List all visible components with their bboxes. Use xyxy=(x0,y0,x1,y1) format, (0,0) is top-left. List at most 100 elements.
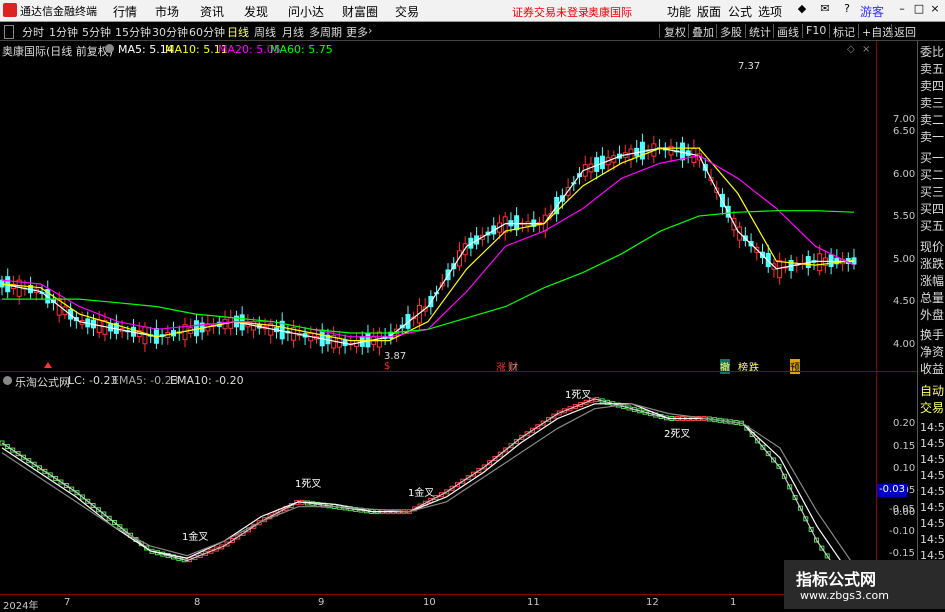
adjust-button[interactable]: 复权 xyxy=(664,24,686,40)
lc-legend: LC: -0.23 xyxy=(68,374,118,387)
tab-volume[interactable]: 总量 xyxy=(920,290,944,307)
menu-options[interactable]: 选项 xyxy=(758,3,782,20)
watermark-title: 指标公式网 xyxy=(796,570,877,589)
tab-price[interactable]: 现价 xyxy=(920,239,944,256)
app-logo-icon xyxy=(3,3,17,17)
price-tick: 6.50 xyxy=(893,126,916,137)
price-chart-panel[interactable]: 奥康国际(日线 前复权) MA5: 5.14 MA10: 5.11 MA20: … xyxy=(0,41,876,371)
tab-ask2[interactable]: 卖二 xyxy=(920,112,944,129)
menu-market[interactable]: 市场 xyxy=(155,3,179,20)
candle-body xyxy=(514,215,520,231)
sidebar-toggle-icon[interactable] xyxy=(4,25,14,39)
tab-bid2[interactable]: 买二 xyxy=(920,167,944,184)
period-more[interactable]: 更多 xyxy=(346,24,368,40)
tab-ask1[interactable]: 卖一 xyxy=(920,129,944,146)
panel-close-icon[interactable]: × xyxy=(862,44,870,55)
tab-bid4[interactable]: 买四 xyxy=(920,201,944,218)
price-axis: 7.00 6.50 6.00 5.50 5.00 4.50 4.00 xyxy=(876,41,918,371)
indicator-settings-icon[interactable] xyxy=(3,376,12,385)
tab-auto[interactable]: 自动 xyxy=(920,383,944,400)
stats-button[interactable]: 统计 xyxy=(749,24,771,40)
overlay-button[interactable]: 叠加 xyxy=(692,24,714,40)
period-daily[interactable]: 日线 xyxy=(227,24,249,40)
tab-trade[interactable]: 交易 xyxy=(920,400,944,417)
tab-outer[interactable]: 外盘 xyxy=(920,307,944,324)
candle-body xyxy=(777,260,783,279)
period-monthly[interactable]: 月线 xyxy=(282,24,304,40)
menu-function[interactable]: 功能 xyxy=(667,3,691,20)
ma60-legend: MA60: 5.75 xyxy=(270,43,333,56)
period-30min[interactable]: 30分钟 xyxy=(152,24,188,40)
tab-earnings[interactable]: 收益 xyxy=(920,361,944,378)
tab-change[interactable]: 涨跌 xyxy=(920,256,944,273)
tab-bid1[interactable]: 买一 xyxy=(920,150,944,167)
panel-settings-icon[interactable]: ◇ xyxy=(847,44,855,55)
cross-label: 1死叉 xyxy=(565,390,592,401)
back-button[interactable]: 返回 xyxy=(894,24,916,40)
period-1min[interactable]: 1分钟 xyxy=(49,24,78,40)
period-60min[interactable]: 60分钟 xyxy=(189,24,225,40)
tab-net-asset[interactable]: 净资 xyxy=(920,344,944,361)
indicator-panel[interactable]: 乐淘公式网 LC: -0.23 EMA5: -0.23 EMA10: -0.20… xyxy=(0,372,876,594)
time-tick: 14:56 xyxy=(920,437,945,450)
menu-layout[interactable]: 版面 xyxy=(697,3,721,20)
mark-button[interactable]: 标记 xyxy=(833,24,855,40)
tab-order-ratio[interactable]: 委比 xyxy=(920,44,944,61)
price-tick: 4.50 xyxy=(893,296,916,307)
period-5min[interactable]: 5分钟 xyxy=(82,24,111,40)
multi-stock-button[interactable]: 多股 xyxy=(720,24,742,40)
date-tick: 8 xyxy=(194,597,201,608)
maximize-icon[interactable]: □ xyxy=(912,2,926,17)
menu-wealth[interactable]: 财富圈 xyxy=(342,3,378,20)
menu-assistant[interactable]: 问小达 xyxy=(288,3,324,20)
tab-ask3[interactable]: 卖三 xyxy=(920,95,944,112)
tab-change-pct[interactable]: 涨幅 xyxy=(920,273,944,290)
date-tick: 12 xyxy=(646,597,659,608)
candle-body xyxy=(639,141,645,160)
time-tick: 14:56 xyxy=(920,485,945,498)
period-timeshare[interactable]: 分时 xyxy=(22,24,44,40)
cross-label: 1死叉 xyxy=(295,479,322,490)
series-line-ma10 xyxy=(1,147,855,342)
divider xyxy=(773,24,774,38)
settings-dot-icon[interactable] xyxy=(105,44,114,53)
menu-discover[interactable]: 发现 xyxy=(244,3,268,20)
menu-news[interactable]: 资讯 xyxy=(200,3,224,20)
price-tick: 4.00 xyxy=(893,339,916,350)
candle-body xyxy=(679,142,685,161)
user-name[interactable]: 游客 xyxy=(860,3,884,20)
tab-ask5[interactable]: 卖五 xyxy=(920,61,944,78)
period-multi[interactable]: 多周期 xyxy=(309,24,342,40)
period-weekly[interactable]: 周线 xyxy=(254,24,276,40)
close-icon[interactable]: × xyxy=(928,2,942,17)
tab-bid3[interactable]: 买三 xyxy=(920,184,944,201)
minimize-icon[interactable]: – xyxy=(895,2,909,17)
indicator-tick: 0.10 xyxy=(893,463,916,474)
tab-bid5[interactable]: 买五 xyxy=(920,218,944,235)
mail-icon[interactable]: ✉ xyxy=(818,2,832,17)
price-chart-svg xyxy=(0,133,857,356)
indicator-chart-svg xyxy=(0,396,857,594)
f10-button[interactable]: F10 xyxy=(806,24,826,37)
menu-stock-name: 奥康国际 xyxy=(588,6,632,19)
ema10-legend: EMA10: -0.20 xyxy=(170,374,244,387)
login-notice[interactable]: 证券交易未登录 xyxy=(512,4,589,20)
tab-ask4[interactable]: 卖四 xyxy=(920,78,944,95)
chevron-right-icon[interactable]: › xyxy=(368,24,372,37)
menu-formula[interactable]: 公式 xyxy=(728,3,752,20)
period-15min[interactable]: 15分钟 xyxy=(115,24,151,40)
cross-label: 1金叉 xyxy=(182,532,209,543)
indicator-tick: -0.10 xyxy=(889,526,915,537)
indicator-tick: 0.15 xyxy=(893,441,916,452)
menu-trade[interactable]: 交易 xyxy=(395,3,419,20)
add-favorite-button[interactable]: +自选 xyxy=(862,24,893,40)
draw-line-button[interactable]: 画线 xyxy=(777,24,799,40)
menu-quotes[interactable]: 行情 xyxy=(113,3,137,20)
skin-icon[interactable]: ◆ xyxy=(795,2,809,17)
help-icon[interactable]: ? xyxy=(840,2,854,17)
price-tick: 5.50 xyxy=(893,211,916,222)
ema5-legend: EMA5: -0.23 xyxy=(112,374,179,387)
tab-turnover[interactable]: 换手 xyxy=(920,327,944,344)
series-line-ma20 xyxy=(1,154,855,338)
time-tick: 14:56 xyxy=(920,501,945,514)
